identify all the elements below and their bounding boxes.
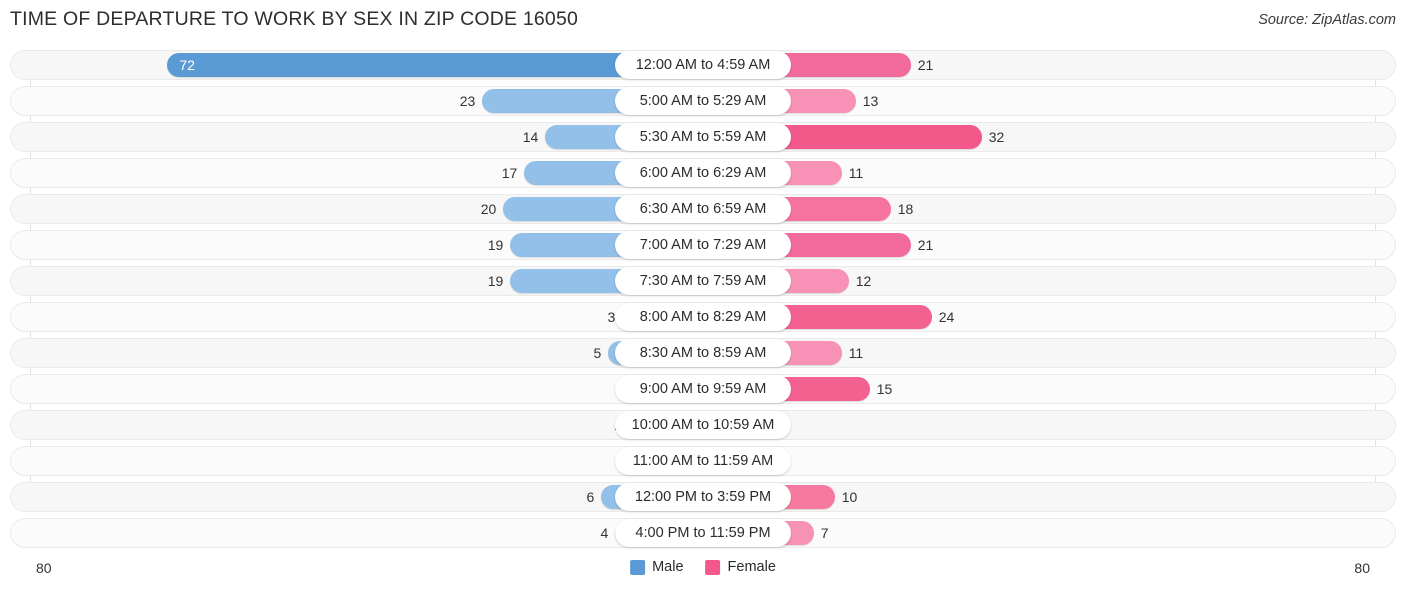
category-label: 12:00 PM to 3:59 PM xyxy=(615,483,791,511)
table-row[interactable]: 1159:00 AM to 9:59 AM xyxy=(0,374,1406,404)
male-value-label: 4 xyxy=(600,525,609,541)
legend-swatch-icon xyxy=(630,559,646,575)
male-value-label: 17 xyxy=(501,165,518,181)
legend-item[interactable]: Male xyxy=(630,559,684,575)
male-value-label: 23 xyxy=(459,93,476,109)
bar-row-list: 72 21 12:00 AM to 4:59 AM 23 13 5:00 AM to 5:… xyxy=(0,50,1406,554)
chart-page: TIME OF DEPARTURE TO WORK BY SEX IN ZIP … xyxy=(0,0,1406,594)
table-row[interactable]: 3 24 8:00 AM to 8:29 AM xyxy=(0,302,1406,332)
source-attribution: Source: ZipAtlas.com xyxy=(1258,12,1396,28)
male-value-label: 14 xyxy=(522,129,539,145)
male-value-label: 72 xyxy=(179,57,195,73)
female-value-label: 13 xyxy=(862,93,879,109)
female-value-label: 15 xyxy=(876,381,893,397)
table-row[interactable]: 4 7 4:00 PM to 11:59 PM xyxy=(0,518,1406,548)
male-value-label: 19 xyxy=(487,237,504,253)
chart-header: TIME OF DEPARTURE TO WORK BY SEX IN ZIP … xyxy=(0,0,1406,44)
category-label: 5:00 AM to 5:29 AM xyxy=(615,87,791,115)
table-row[interactable]: 19 21 7:00 AM to 7:29 AM xyxy=(0,230,1406,260)
female-value-label: 10 xyxy=(841,489,858,505)
female-value-label: 11 xyxy=(848,165,864,181)
axis-max-left: 80 xyxy=(36,560,52,576)
table-row[interactable]: 19 12 7:30 AM to 7:59 AM xyxy=(0,266,1406,296)
legend-label: Female xyxy=(727,559,776,575)
male-value-label: 20 xyxy=(480,201,497,217)
table-row[interactable]: 20 18 6:30 AM to 6:59 AM xyxy=(0,194,1406,224)
chart-footer: 80 80 Male Female xyxy=(0,554,1406,594)
male-value-label: 5 xyxy=(593,345,602,361)
male-value-label: 6 xyxy=(586,489,595,505)
category-label: 12:00 AM to 4:59 AM xyxy=(615,51,791,79)
chart-legend: Male Female xyxy=(630,559,776,575)
page-title: TIME OF DEPARTURE TO WORK BY SEX IN ZIP … xyxy=(10,8,579,30)
female-value-label: 18 xyxy=(897,201,914,217)
category-label: 9:00 AM to 9:59 AM xyxy=(615,375,791,403)
legend-swatch-icon xyxy=(705,559,721,575)
legend-label: Male xyxy=(652,559,684,575)
category-label: 7:00 AM to 7:29 AM xyxy=(615,231,791,259)
category-label: 10:00 AM to 10:59 AM xyxy=(615,411,791,439)
category-label: 8:30 AM to 8:59 AM xyxy=(615,339,791,367)
legend-item[interactable]: Female xyxy=(705,559,776,575)
female-value-label: 32 xyxy=(988,129,1005,145)
category-label: 6:00 AM to 6:29 AM xyxy=(615,159,791,187)
female-value-label: 12 xyxy=(855,273,872,289)
table-row[interactable]: 5 11 8:30 AM to 8:59 AM xyxy=(0,338,1406,368)
category-label: 11:00 AM to 11:59 AM xyxy=(615,447,791,475)
table-row[interactable]: 1011:00 AM to 11:59 AM xyxy=(0,446,1406,476)
table-row[interactable]: 14 32 5:30 AM to 5:59 AM xyxy=(0,122,1406,152)
female-value-label: 21 xyxy=(917,57,934,73)
table-row[interactable]: 6 10 12:00 PM to 3:59 PM xyxy=(0,482,1406,512)
category-label: 4:00 PM to 11:59 PM xyxy=(615,519,791,547)
table-row[interactable]: 23 13 5:00 AM to 5:29 AM xyxy=(0,86,1406,116)
category-label: 5:30 AM to 5:59 AM xyxy=(615,123,791,151)
table-row[interactable]: 72 21 12:00 AM to 4:59 AM xyxy=(0,50,1406,80)
female-value-label: 7 xyxy=(820,525,829,541)
chart-plot-area: 72 21 12:00 AM to 4:59 AM 23 13 5:00 AM to 5:… xyxy=(0,44,1406,554)
axis-max-right: 80 xyxy=(1354,560,1370,576)
category-label: 8:00 AM to 8:29 AM xyxy=(615,303,791,331)
table-row[interactable]: 2010:00 AM to 10:59 AM xyxy=(0,410,1406,440)
female-value-label: 21 xyxy=(917,237,934,253)
category-label: 7:30 AM to 7:59 AM xyxy=(615,267,791,295)
male-value-label: 19 xyxy=(487,273,504,289)
female-value-label: 24 xyxy=(938,309,955,325)
category-label: 6:30 AM to 6:59 AM xyxy=(615,195,791,223)
female-value-label: 11 xyxy=(848,345,864,361)
table-row[interactable]: 17 11 6:00 AM to 6:29 AM xyxy=(0,158,1406,188)
